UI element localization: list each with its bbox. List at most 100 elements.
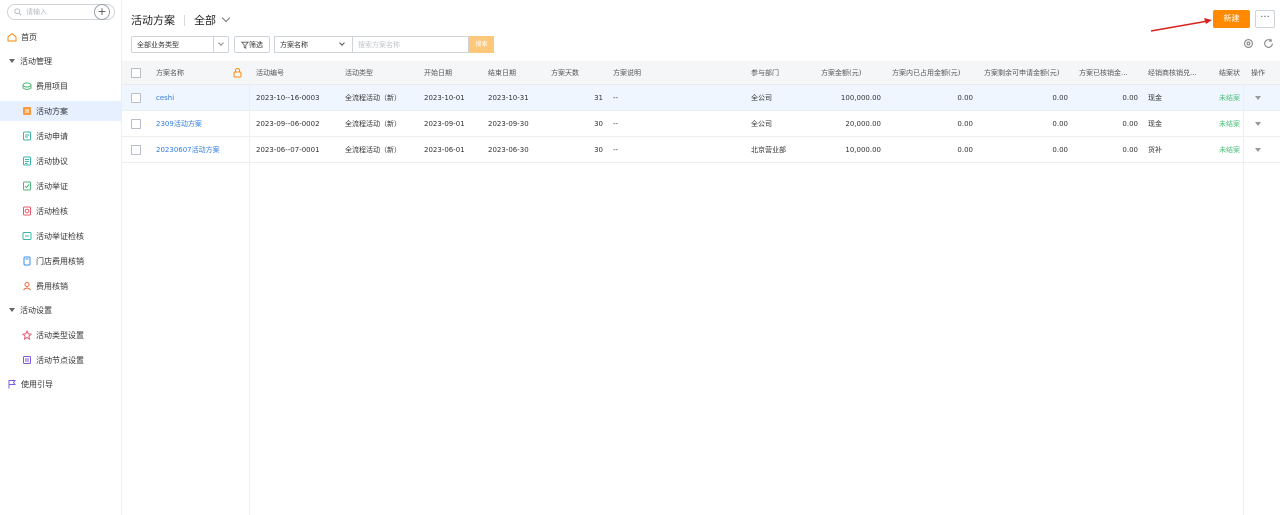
refresh-icon[interactable]: [1263, 38, 1274, 49]
select-all-checkbox[interactable]: [131, 68, 141, 78]
home-icon: [7, 32, 17, 42]
cell-dept: 全公司: [751, 94, 772, 102]
agreement-icon: [23, 156, 31, 166]
column-header[interactable]: 方案名称: [156, 61, 236, 85]
cell-code: 2023-10--16-0003: [256, 94, 320, 102]
cell-remain: 0.00: [1052, 94, 1068, 102]
page-header: 活动方案 全部: [131, 12, 231, 28]
column-header[interactable]: 结束日期: [488, 61, 543, 85]
add-button[interactable]: +: [94, 4, 110, 20]
cell-end: 2023-10-31: [488, 94, 529, 102]
cell-used: 0.00: [957, 120, 973, 128]
sidebar-search-placeholder: 请输入: [26, 8, 47, 16]
column-header[interactable]: 经销商核销兑...: [1148, 61, 1208, 85]
sidebar-item-label: 活动方案: [36, 106, 68, 116]
column-header[interactable]: 方案内已占用金额(元): [892, 61, 987, 85]
cell-writtenoff: 0.00: [1122, 120, 1138, 128]
sidebar-group-settings[interactable]: 活动设置: [0, 300, 121, 320]
sidebar-item-expense-writeoff[interactable]: 费用核销: [0, 276, 121, 296]
sidebar-item-activity-inspection[interactable]: 活动检核: [0, 201, 121, 221]
cell-start: 2023-10-01: [424, 94, 465, 102]
cell-used: 0.00: [957, 94, 973, 102]
column-header[interactable]: 方案已核销金...: [1079, 61, 1137, 85]
frozen-column-divider: [1243, 85, 1244, 515]
column-header[interactable]: 方案说明: [613, 61, 673, 85]
funnel-icon: [241, 41, 249, 49]
search-field-select[interactable]: 方案名称: [274, 36, 352, 53]
table-row[interactable]: 20230607活动方案 2023-06--07-0001 全流程活动（新） 2…: [122, 137, 1280, 163]
chevron-down-icon[interactable]: [221, 13, 231, 23]
title-divider: [184, 14, 185, 26]
search-icon: [14, 8, 22, 16]
search-button[interactable]: 搜索: [469, 36, 494, 53]
sidebar-item-expense-items[interactable]: 费用项目: [0, 76, 121, 96]
column-header[interactable]: 结案状: [1219, 61, 1245, 85]
sidebar-item-evidence-check[interactable]: 活动举证检核: [0, 226, 121, 246]
column-header[interactable]: 活动类型: [345, 61, 415, 85]
cell-dept: 北京营业部: [751, 146, 786, 154]
plan-icon: [23, 107, 31, 115]
sidebar-group-activity[interactable]: 活动管理: [0, 51, 121, 71]
caret-down-icon: [9, 308, 15, 312]
store-icon: [23, 256, 31, 266]
sidebar-item-activity-agreement[interactable]: 活动协议: [0, 151, 121, 171]
sidebar-item-type-settings[interactable]: 活动类型设置: [0, 325, 121, 345]
cell-type: 全流程活动（新）: [345, 146, 401, 154]
row-checkbox[interactable]: [131, 119, 141, 129]
sidebar-item-guide[interactable]: 使用引导: [0, 374, 121, 394]
search-field-value: 方案名称: [280, 40, 308, 49]
caret-down-icon[interactable]: [1255, 148, 1261, 152]
sidebar-item-activity-evidence[interactable]: 活动举证: [0, 176, 121, 196]
filter-button[interactable]: 筛选: [234, 36, 270, 53]
sidebar-group-label: 活动设置: [20, 305, 52, 315]
application-icon: [23, 131, 31, 141]
plan-name-link[interactable]: 20230607活动方案: [156, 137, 246, 163]
status-badge: 未结案: [1219, 146, 1240, 154]
sidebar-item-label: 费用核销: [36, 281, 68, 291]
plan-name-link[interactable]: 2309活动方案: [156, 111, 246, 137]
cell-writtenoff: 0.00: [1122, 94, 1138, 102]
search-input[interactable]: 搜索方案名称: [352, 36, 469, 53]
column-header[interactable]: 开始日期: [424, 61, 479, 85]
chevron-down-icon[interactable]: [213, 37, 228, 52]
sidebar-item-home[interactable]: 首页: [0, 27, 121, 47]
sidebar-item-label: 活动举证: [36, 181, 68, 191]
sidebar-item-label: 首页: [21, 32, 37, 42]
sidebar-item-store-writeoff[interactable]: 门店费用核销: [0, 251, 121, 271]
sidebar-item-activity-application[interactable]: 活动申请: [0, 126, 121, 146]
cell-remain: 0.00: [1052, 146, 1068, 154]
sidebar: 请输入 + 首页 活动管理 费用项目 活动方案 活动申请 活动协议 活动举证 活…: [0, 0, 122, 515]
cell-end: 2023-09-30: [488, 120, 529, 128]
table-row[interactable]: 2309活动方案 2023-09--06-0002 全流程活动（新） 2023-…: [122, 111, 1280, 137]
cell-desc: --: [613, 146, 619, 154]
sidebar-item-label: 使用引导: [21, 379, 53, 389]
app-window: 请输入 + 首页 活动管理 费用项目 活动方案 活动申请 活动协议 活动举证 活…: [0, 0, 1280, 515]
plan-name-link[interactable]: ceshi: [156, 85, 246, 111]
sidebar-item-node-settings[interactable]: 活动节点设置: [0, 350, 121, 370]
caret-down-icon: [9, 59, 15, 63]
settings-icon[interactable]: [1243, 38, 1254, 49]
sidebar-item-label: 活动举证检核: [36, 231, 84, 241]
column-header[interactable]: 方案天数: [551, 61, 606, 85]
cell-desc: --: [613, 120, 619, 128]
sidebar-group-label: 活动管理: [20, 56, 52, 66]
column-header[interactable]: 方案剩余可申请金额(元): [984, 61, 1076, 85]
row-checkbox[interactable]: [131, 145, 141, 155]
new-button[interactable]: 新建: [1213, 10, 1250, 28]
sidebar-item-activity-plan[interactable]: 活动方案: [0, 101, 121, 121]
column-header: 操作: [1251, 69, 1265, 77]
column-header[interactable]: 参与部门: [751, 61, 811, 85]
column-header[interactable]: 活动编号: [256, 61, 336, 85]
caret-down-icon[interactable]: [1255, 96, 1261, 100]
column-header[interactable]: 方案金额(元): [821, 61, 881, 85]
lock-icon[interactable]: [233, 68, 242, 78]
view-selector[interactable]: 全部: [194, 12, 216, 28]
caret-down-icon[interactable]: [1255, 122, 1261, 126]
table-row[interactable]: ceshi 2023-10--16-0003 全流程活动（新） 2023-10-…: [122, 85, 1280, 111]
table-tools: [1243, 38, 1274, 49]
sidebar-item-label: 活动申请: [36, 131, 68, 141]
row-checkbox[interactable]: [131, 93, 141, 103]
more-button[interactable]: ···: [1255, 10, 1275, 28]
type-settings-icon: [22, 330, 32, 340]
business-type-select[interactable]: 全部业务类型: [131, 36, 229, 53]
